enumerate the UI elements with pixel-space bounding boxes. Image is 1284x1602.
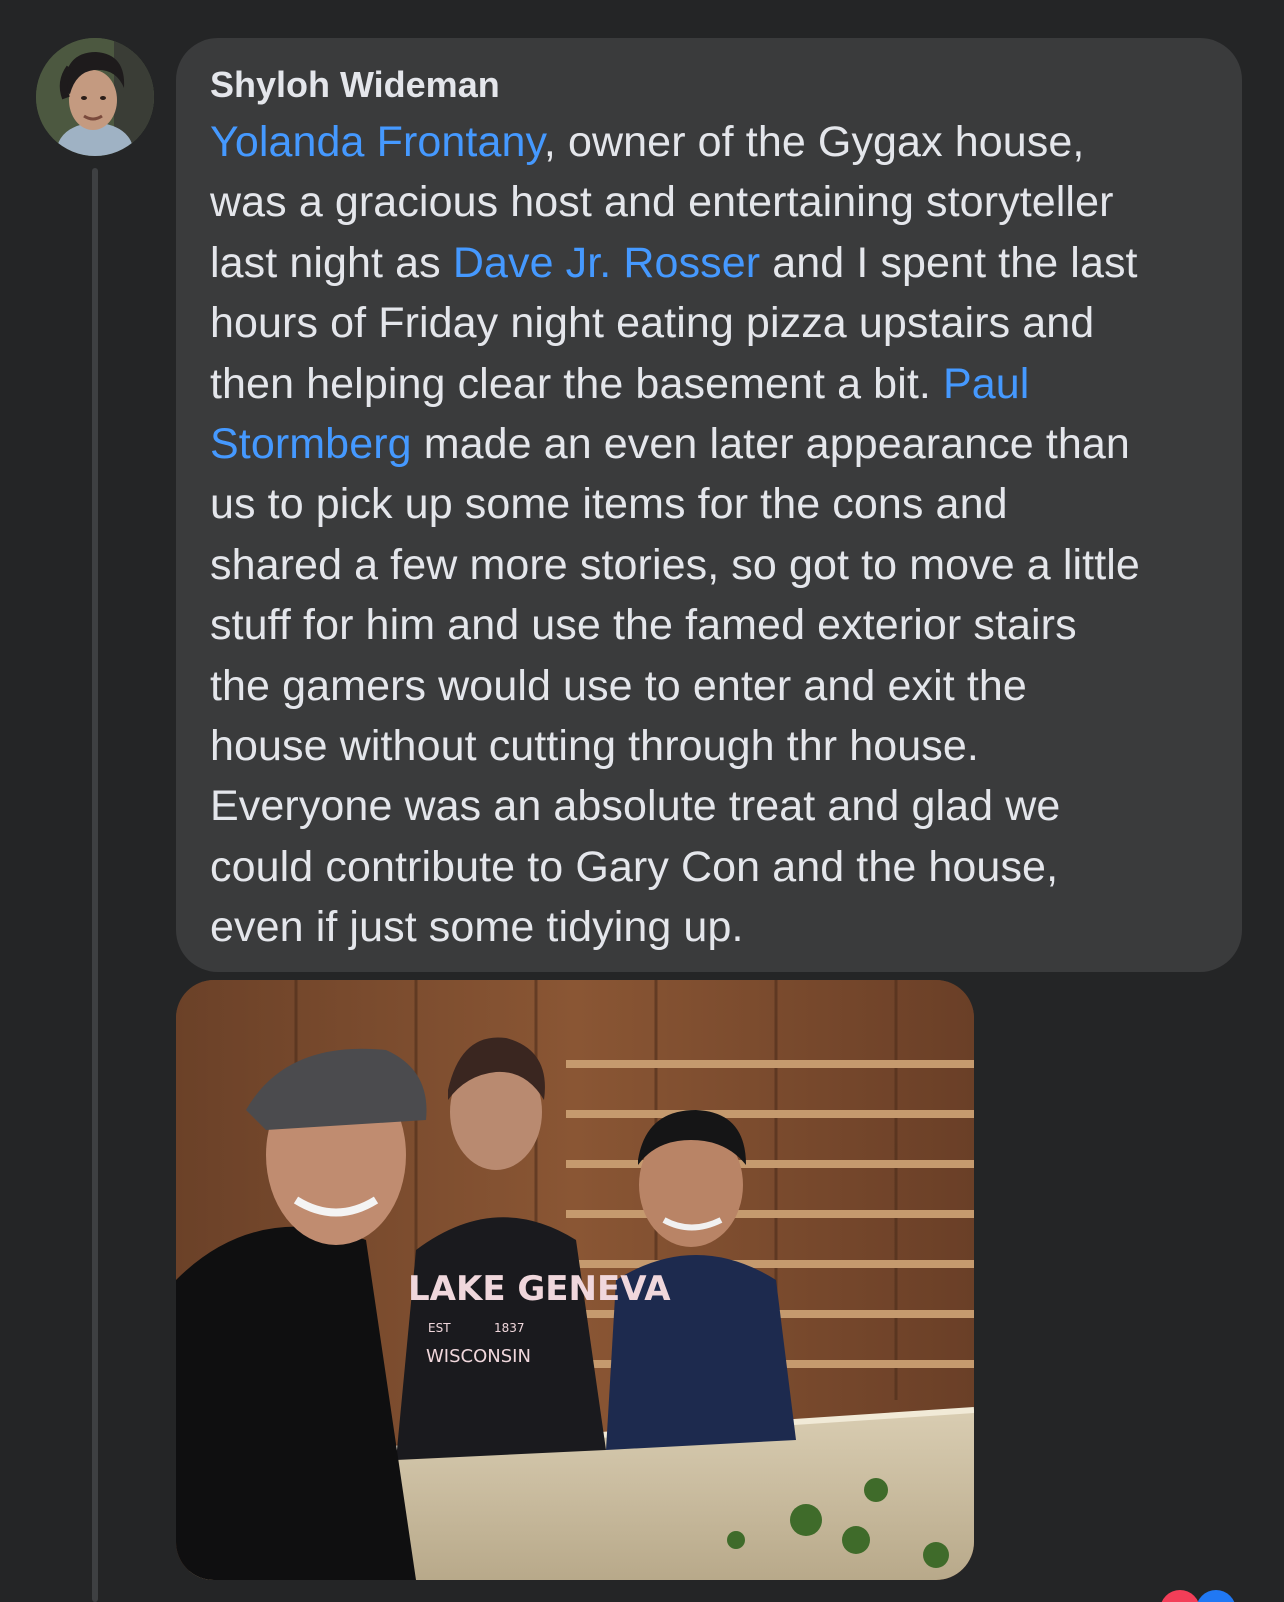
comment-text: us to pick up some items for the cons an…: [210, 480, 1008, 529]
comment-text: , owner of the Gygax house,: [543, 118, 1085, 166]
thread-line: [92, 168, 98, 1602]
mention-link[interactable]: Paul: [943, 360, 1029, 408]
comment-text: then helping clear the basement a bit.: [210, 359, 943, 408]
mention-link[interactable]: Stormberg: [210, 420, 412, 468]
sweatshirt-text: LAKE GENEVA: [408, 1269, 671, 1309]
sweatshirt-year: 1837: [494, 1321, 525, 1335]
mention-link[interactable]: Dave Jr. Rosser: [453, 239, 760, 287]
comment-text: Everyone was an absolute treat and glad …: [210, 782, 1061, 831]
sweatshirt-subtext: WISCONSIN: [426, 1346, 531, 1367]
comment-text: house without cutting through thr house.: [210, 722, 979, 771]
comment-photo[interactable]: LAKE GENEVA EST 1837 WISCONSIN: [176, 980, 974, 1580]
comment-text: last night as: [210, 238, 453, 287]
mention-link[interactable]: Yolanda Frontany: [210, 118, 544, 166]
comment-text: was a gracious host and entertaining sto…: [210, 178, 1114, 227]
avatar-image: [36, 38, 154, 156]
comment-bubble[interactable]: Shyloh Wideman Yolanda Frontany, owner o…: [176, 38, 1242, 972]
sweatshirt-est: EST: [428, 1321, 451, 1335]
comment-text: could contribute to Gary Con and the hou…: [210, 842, 1059, 891]
like-reaction-icon[interactable]: [1196, 1590, 1236, 1602]
comment-text: hours of Friday night eating pizza upsta…: [210, 299, 1095, 348]
comment-text: and I spent the last: [760, 238, 1138, 287]
comment-text: stuff for him and use the famed exterior…: [210, 601, 1077, 650]
comment-text: even if just some tidying up.: [210, 903, 744, 952]
comment-body: Yolanda Frontany, owner of the Gygax hou…: [210, 112, 1208, 958]
love-reaction-icon[interactable]: [1160, 1590, 1200, 1602]
comment-author-name[interactable]: Shyloh Wideman: [210, 64, 1208, 106]
comment-text: made an even later appearance than: [411, 420, 1130, 469]
photo-image: LAKE GENEVA EST 1837 WISCONSIN: [176, 980, 974, 1580]
author-avatar[interactable]: [36, 38, 154, 156]
comment-text: shared a few more stories, so got to mov…: [210, 540, 1140, 589]
comment-text: the gamers would use to enter and exit t…: [210, 661, 1027, 710]
